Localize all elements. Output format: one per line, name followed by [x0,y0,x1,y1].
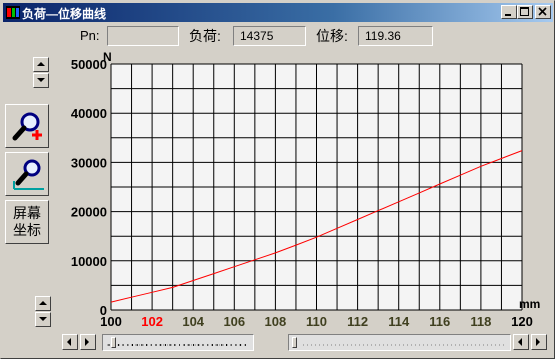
maximize-button[interactable] [517,5,533,19]
screen-coordinates-button[interactable]: 屏幕 坐标 [5,200,49,244]
arrow-right-icon [536,338,540,346]
minimize-icon [505,14,511,16]
window-title: 负荷—位移曲线 [22,7,107,21]
x-origin-slider-ticks [107,344,246,346]
x-tick-label: 112 [347,314,368,329]
app-icon [6,6,20,19]
x-origin-slider-track[interactable] [102,334,254,351]
arrow-up-icon [39,301,47,305]
title-bar[interactable]: 负荷—位移曲线 [3,3,553,22]
maximize-icon [520,7,529,16]
x-scroll-left-button[interactable] [62,334,78,350]
x-scroll-right-button[interactable] [80,334,96,350]
zoom-reset-button[interactable] [5,152,49,196]
arrow-left-icon [518,338,522,346]
x-range-slider-thumb[interactable] [292,337,297,348]
pn-value-field [107,26,179,46]
x-range-slider-track[interactable] [288,334,511,351]
x-range-left-button[interactable] [513,334,529,350]
arrow-right-icon [85,338,89,346]
x-origin-slider-thumb[interactable] [111,337,116,348]
x-tick-label: 110 [306,314,327,329]
load-displacement-window: 负荷—位移曲线 Pn: 负荷: 14375 位移: 119.36 屏幕 坐标 0… [0,0,555,359]
load-displacement-chart: 0 10000 20000 30000 40000 50000 100 102 104 106 10… [61,48,552,331]
y-tick-label: 30000 [71,155,107,170]
arrow-down-icon [37,78,45,82]
y-tick-label: 20000 [71,205,107,220]
load-label: 负荷: [189,28,221,44]
chart-svg: 01000020000300004000050000100 102 104 106 10… [71,50,541,329]
pn-label: Pn: [80,28,100,43]
x-tick-label: 106 [223,314,245,329]
zoom-reset-magnifier-icon [13,159,44,190]
close-icon [538,7,547,16]
load-value-field: 14375 [233,26,306,46]
x-tick-label: 116 [429,314,450,329]
x-axis-label: mm [519,297,540,311]
screen-coordinates-label-line1: 屏幕 [13,205,41,221]
zoom-in-magnifier-icon [12,112,42,141]
x-tick-label: 104 [182,314,204,329]
y-tick-label: 50000 [71,57,107,72]
minimize-button[interactable] [501,5,517,19]
x-tick-label: 108 [265,314,287,329]
x-tick-label: 114 [388,314,410,329]
close-button[interactable] [535,5,551,19]
y-scroll-down-button[interactable] [33,73,49,88]
arrow-left-icon [67,338,71,346]
arrow-up-icon [37,62,45,66]
x-tick-label: 100 [100,314,122,329]
x-range-slider-ticks [303,344,505,346]
y-tick-label: 10000 [71,254,107,269]
x-tick-label: 118 [470,314,491,329]
displacement-value-field: 119.36 [358,26,433,46]
x-tick-label: 102 [141,314,163,329]
zoom-in-button[interactable] [5,104,49,148]
y-tick-label: 40000 [71,106,107,121]
x-range-right-button[interactable] [531,334,547,350]
y-scroll-up-button[interactable] [33,57,49,72]
displacement-label: 位移: [316,28,348,44]
screen-coordinates-label-line2: 坐标 [13,222,41,238]
x-tick-label: 120 [511,314,533,329]
y-origin-down-button[interactable] [35,312,51,327]
y-axis-label: N [103,50,112,64]
arrow-down-icon [39,317,47,321]
y-origin-up-button[interactable] [35,296,51,311]
